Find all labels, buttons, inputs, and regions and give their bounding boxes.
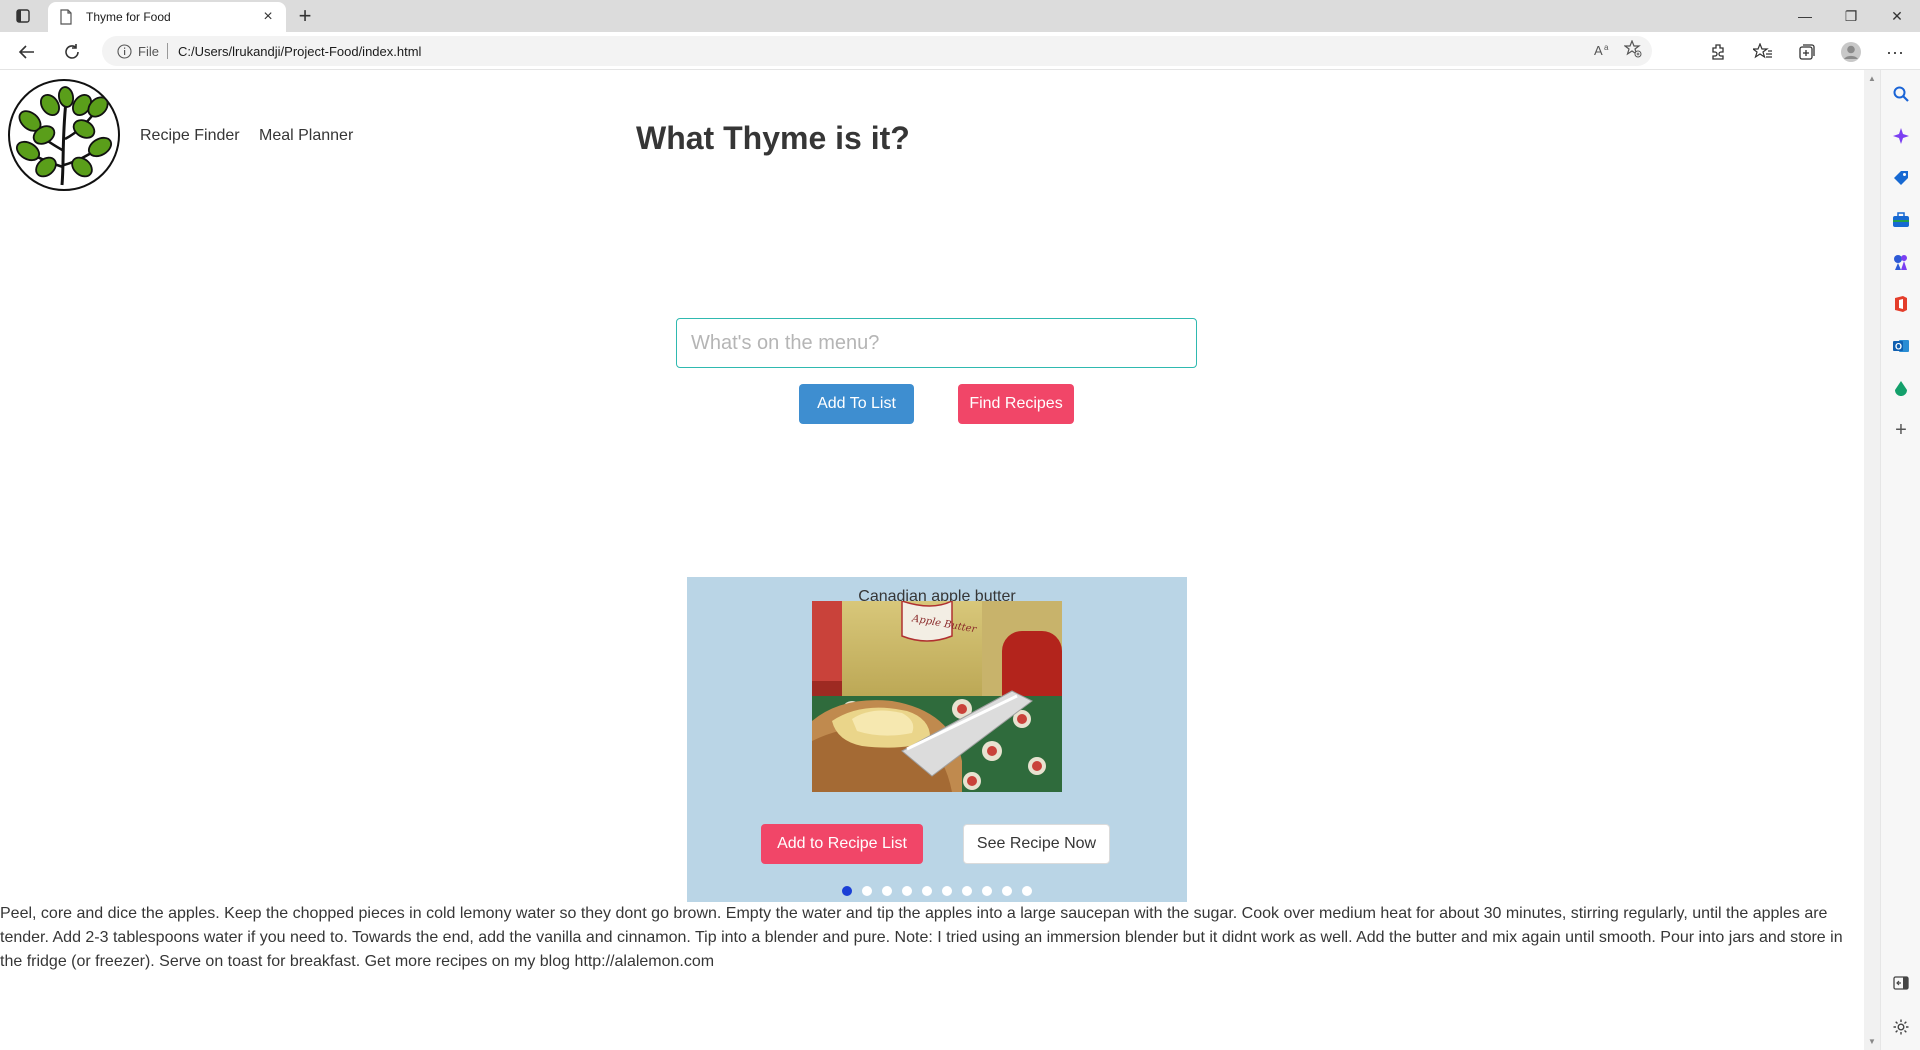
url-separator (166, 43, 168, 59)
carousel-dot[interactable] (842, 886, 852, 896)
plus-icon[interactable]: + (294, 3, 316, 28)
close-icon[interactable]: × (260, 8, 276, 25)
carousel-dot[interactable] (882, 886, 892, 896)
more-icon[interactable]: ··· (1884, 41, 1906, 63)
window-close-icon[interactable]: ✕ (1874, 0, 1920, 32)
tab-title: Thyme for Food (86, 10, 171, 24)
nav-recipe-finder[interactable]: Recipe Finder (140, 127, 240, 145)
page-title: What Thyme is it? (636, 120, 910, 156)
carousel-dot[interactable] (862, 886, 872, 896)
collections-icon[interactable] (1796, 41, 1818, 63)
search-icon[interactable] (1891, 84, 1911, 104)
extensions-icon[interactable] (1708, 41, 1730, 63)
address-toolbar: File C:/Users/lrukandji/Project-Food/ind… (0, 32, 1920, 70)
games-icon[interactable] (1891, 252, 1911, 272)
scroll-up-icon[interactable]: ▲ (1868, 74, 1876, 83)
copilot-icon[interactable] (1891, 126, 1911, 146)
page-content: Recipe Finder Meal Planner What Thyme is… (0, 71, 1856, 1050)
recipe-image: Apple Butter (812, 601, 1062, 792)
carousel-dot[interactable] (902, 886, 912, 896)
favorite-add-icon[interactable] (1623, 38, 1642, 63)
browser-toolbar-icons: ··· (1708, 41, 1920, 63)
nav-meal-planner[interactable]: Meal Planner (259, 127, 353, 145)
page-scrollbar[interactable]: ▲ ▼ (1864, 70, 1880, 1050)
minimize-icon[interactable]: — (1782, 0, 1828, 32)
url-text[interactable]: C:/Users/lrukandji/Project-Food/index.ht… (178, 44, 421, 59)
carousel-dot[interactable] (1022, 886, 1032, 896)
recipe-description: Peel, core and dice the apples. Keep the… (0, 905, 1843, 970)
tools-icon[interactable] (1891, 210, 1911, 230)
favorites-icon[interactable] (1752, 41, 1774, 63)
refresh-icon[interactable] (61, 41, 83, 63)
carousel-dot[interactable] (942, 886, 952, 896)
window-controls: — ❐ ✕ (1782, 0, 1920, 32)
read-aloud-icon[interactable]: Aa (1594, 42, 1612, 61)
restore-icon[interactable]: ❐ (1828, 0, 1874, 32)
drop-icon[interactable] (1891, 378, 1911, 398)
edge-sidebar: O + (1880, 70, 1920, 1050)
carousel-dot[interactable] (922, 886, 932, 896)
recipe-carousel: Canadian apple butter Apple Butter Add t… (687, 577, 1187, 902)
scroll-down-icon[interactable]: ▼ (1868, 1037, 1876, 1046)
add-to-recipe-list-button[interactable]: Add to Recipe List (761, 824, 923, 864)
svg-text:a: a (1604, 43, 1609, 52)
carousel-dot[interactable] (1002, 886, 1012, 896)
page-favicon-icon (58, 9, 74, 25)
url-bar[interactable]: File C:/Users/lrukandji/Project-Food/ind… (102, 36, 1652, 66)
svg-text:A: A (1594, 43, 1603, 58)
url-actions: Aa (1594, 36, 1642, 66)
tab-strip: Thyme for Food × + — ❐ ✕ (0, 0, 1920, 32)
browser-tab[interactable]: Thyme for Food × (48, 2, 286, 32)
add-to-list-button[interactable]: Add To List (799, 384, 914, 424)
carousel-dot[interactable] (982, 886, 992, 896)
add-icon[interactable]: + (1891, 419, 1911, 441)
carousel-dots (687, 886, 1187, 896)
tab-actions-icon[interactable] (14, 7, 32, 25)
shopping-icon[interactable] (1891, 168, 1911, 188)
search-input[interactable] (676, 318, 1197, 368)
sidebar-toggle-icon[interactable] (1891, 973, 1911, 993)
back-icon[interactable] (16, 41, 38, 63)
profile-icon[interactable] (1840, 41, 1862, 63)
url-scheme: File (138, 43, 159, 59)
find-recipes-button[interactable]: Find Recipes (958, 384, 1074, 424)
svg-text:O: O (1895, 342, 1902, 352)
site-logo[interactable] (8, 79, 120, 191)
office-icon[interactable] (1891, 294, 1911, 314)
settings-icon[interactable] (1891, 1017, 1911, 1037)
see-recipe-now-button[interactable]: See Recipe Now (963, 824, 1110, 864)
carousel-dot[interactable] (962, 886, 972, 896)
info-icon[interactable] (116, 43, 132, 59)
outlook-icon[interactable]: O (1891, 336, 1911, 356)
